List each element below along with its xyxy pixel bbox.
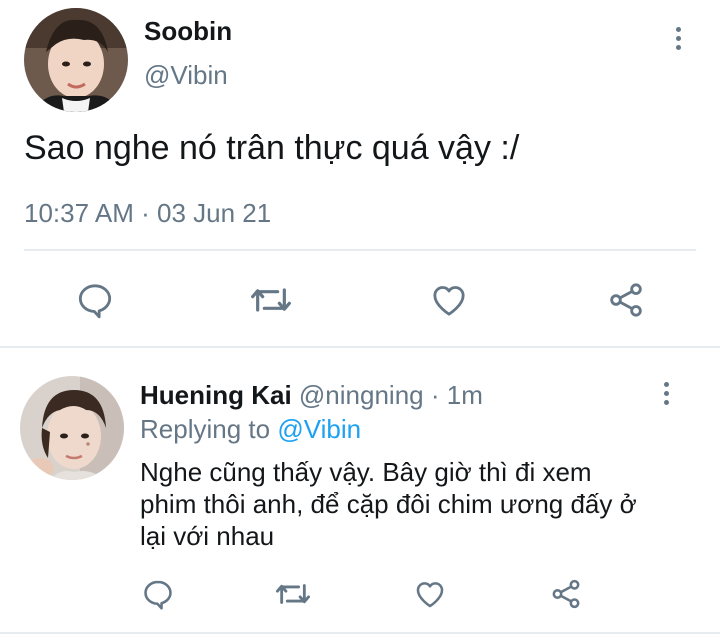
tweet-retweet-button[interactable]	[246, 278, 296, 322]
retweet-icon	[275, 584, 310, 604]
reply-header: Huening Kai @ningning · 1m	[140, 380, 483, 410]
tweet-divider	[24, 249, 696, 251]
tweet-author-handle[interactable]: @Vibin	[144, 60, 228, 90]
reply-more-icon[interactable]	[660, 382, 672, 405]
tweet-text: Sao nghe nó trân thực quá vậy :/	[24, 129, 520, 167]
tweet-time[interactable]: 10:37 AM	[24, 198, 134, 228]
reply-icon	[78, 284, 112, 319]
like-icon	[433, 286, 465, 316]
section-divider	[0, 346, 720, 348]
reply-text-line: phim thôi anh, để cặp đôi chim ương đấy …	[140, 489, 637, 519]
replying-to-label: Replying to	[140, 414, 271, 444]
tweet-share-button[interactable]	[601, 278, 651, 322]
reply-author-handle[interactable]: @ningning	[299, 380, 424, 410]
reply-age: 1m	[446, 380, 483, 410]
huening-kai-avatar[interactable]	[20, 376, 124, 480]
reply-text-line: Nghe cũng thấy vậy. Bây giờ thì đi xem	[140, 457, 592, 487]
bottom-divider	[0, 632, 720, 634]
reply-retweet-button[interactable]	[271, 574, 315, 614]
timestamp-separator: ·	[141, 198, 150, 228]
like-icon	[416, 582, 444, 608]
reply-separator: ·	[430, 380, 440, 410]
reply-like-button[interactable]	[410, 574, 450, 614]
reply-author-name[interactable]: Huening Kai	[140, 380, 292, 410]
replying-to-handle[interactable]: @Vibin	[277, 414, 361, 444]
reply-text-line: lại với nhau	[140, 521, 275, 551]
reply-share-button[interactable]	[546, 574, 586, 614]
reply-icon	[144, 580, 172, 610]
reply-reply-button[interactable]	[138, 574, 178, 614]
tweet-timestamp: 10:37 AM · 03 Jun 21	[24, 198, 271, 228]
tweet-more-icon[interactable]	[672, 27, 684, 50]
soobin-avatar[interactable]	[24, 8, 128, 112]
tweet-date[interactable]: 03 Jun 21	[157, 198, 271, 228]
reply-text: Nghe cũng thấy vậy. Bây giờ thì đi xem p…	[140, 456, 637, 552]
tweet-author-name[interactable]: Soobin	[144, 16, 232, 46]
share-icon	[552, 579, 580, 609]
share-icon	[610, 283, 642, 317]
reply-context: Replying to @Vibin	[140, 414, 361, 444]
retweet-icon	[251, 288, 291, 312]
tweet-reply-button[interactable]	[70, 278, 120, 322]
tweet-like-button[interactable]	[424, 278, 474, 322]
